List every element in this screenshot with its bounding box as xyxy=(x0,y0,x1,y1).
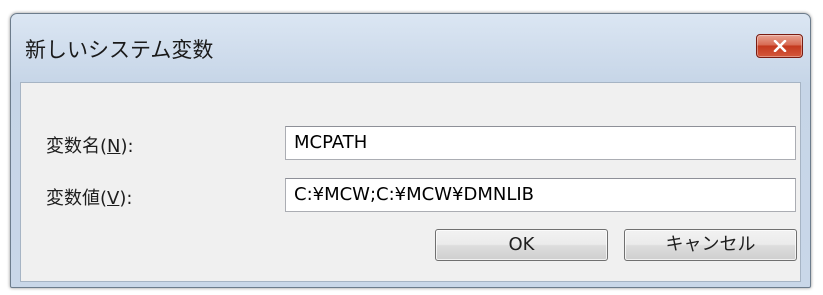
cancel-button[interactable]: キャンセル xyxy=(624,229,797,261)
ok-button[interactable]: OK xyxy=(435,229,608,261)
new-system-variable-dialog: 新しいシステム変数 変数名(N): MCPATH 変数値(V): C:¥MCW;… xyxy=(10,13,811,288)
variable-name-field[interactable]: MCPATH xyxy=(285,126,796,160)
close-button[interactable] xyxy=(756,34,803,58)
variable-value-field[interactable]: C:¥MCW;C:¥MCW¥DMNLIB xyxy=(285,178,796,212)
variable-value-label: 変数値(V): xyxy=(46,188,133,209)
window-title: 新しいシステム変数 xyxy=(25,38,214,62)
title-bar[interactable]: 新しいシステム変数 xyxy=(11,14,810,74)
dialog-client-area: 変数名(N): MCPATH 変数値(V): C:¥MCW;C:¥MCW¥DMN… xyxy=(20,82,801,282)
variable-name-label: 変数名(N): xyxy=(46,136,134,157)
close-icon xyxy=(773,40,786,52)
